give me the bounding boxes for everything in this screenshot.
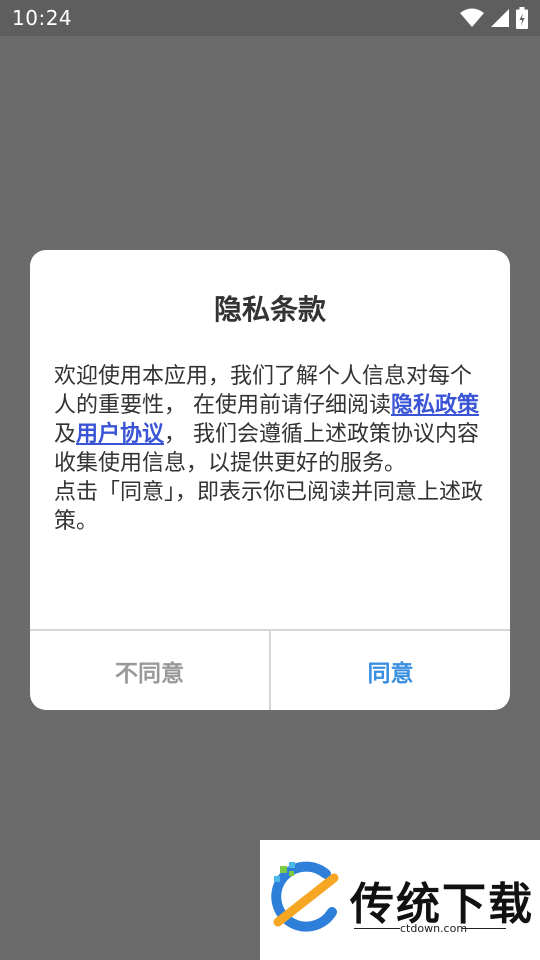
- dialog-body: 欢迎使用本应用，我们了解个人信息对每个人的重要性， 在使用前请仔细阅读隐私政策及…: [54, 362, 486, 536]
- battery-icon: [516, 7, 528, 29]
- watermark-line-right: [462, 928, 506, 929]
- dialog-title: 隐私条款: [213, 293, 326, 326]
- dialog-paragraph-1: 欢迎使用本应用，我们了解个人信息对每个人的重要性， 在使用前请仔细阅读隐私政策及…: [54, 362, 486, 478]
- privacy-dialog: 隐私条款 欢迎使用本应用，我们了解个人信息对每个人的重要性， 在使用前请仔细阅读…: [30, 250, 510, 710]
- user-agreement-link[interactable]: 用户协议: [76, 422, 164, 447]
- watermark-line-left: [354, 928, 400, 929]
- status-bar: 10:24: [0, 0, 540, 36]
- watermark: 传统下载 ctdown.com: [260, 840, 540, 960]
- watermark-domain: ctdown.com: [400, 922, 468, 935]
- disagree-button[interactable]: 不同意: [30, 631, 269, 710]
- status-time: 10:24: [12, 6, 73, 30]
- wifi-icon: [460, 8, 484, 28]
- ctdown-logo-icon: [266, 860, 342, 940]
- agree-button[interactable]: 同意: [271, 631, 510, 710]
- conjunction-text: 及: [54, 422, 77, 447]
- privacy-policy-link[interactable]: 隐私政策: [391, 393, 479, 418]
- status-icons: [460, 7, 528, 29]
- signal-icon: [490, 8, 510, 28]
- dialog-paragraph-2: 点击「同意」，即表示你已阅读并同意上述政策。: [54, 480, 484, 534]
